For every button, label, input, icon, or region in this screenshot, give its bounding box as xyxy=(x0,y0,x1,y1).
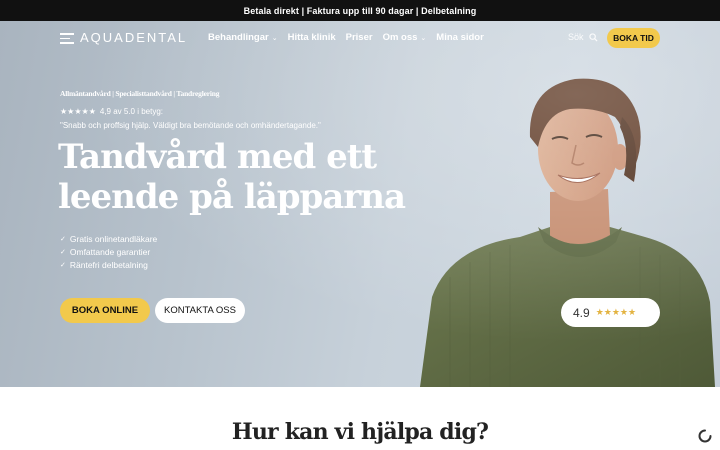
rating-summary: ★★★★★ 4,9 av 5.0 i betyg: xyxy=(60,107,163,116)
nav-item-hitta-klinik[interactable]: Hitta klinik xyxy=(288,32,336,43)
service-breadcrumb: Allmäntandvård | Specialisttandvård | Ta… xyxy=(60,89,220,98)
rating-badge: 4.9 ★★★★★ xyxy=(561,298,660,327)
search-button[interactable]: Sök xyxy=(568,32,598,42)
topbar-text: Betala direkt | Faktura upp till 90 daga… xyxy=(243,5,477,16)
nav-item-label: Priser xyxy=(345,32,373,43)
rating-score: 4.9 xyxy=(573,305,590,320)
headline-line-1: Tandvård med ett xyxy=(58,137,377,177)
check-icon: ✓ xyxy=(60,248,66,256)
feature-item: ✓ Gratis onlinetandläkare xyxy=(60,233,158,244)
rating-stars-icon: ★★★★★ xyxy=(595,307,637,317)
search-label: Sök xyxy=(568,32,584,42)
chevron-down-icon: ⌄ xyxy=(271,34,278,42)
main-navigation: AQUADENTAL Behandlingar ⌄ Hitta klinik P… xyxy=(0,21,720,55)
nav-item-priser[interactable]: Priser xyxy=(346,32,373,43)
loading-spinner-icon xyxy=(698,429,712,443)
topbar-announcement: Betala direkt | Faktura upp till 90 daga… xyxy=(0,0,720,21)
hamburger-menu-icon[interactable] xyxy=(60,33,74,44)
nav-item-om-oss[interactable]: Om oss ⌄ xyxy=(383,32,427,43)
aquadental-logo[interactable]: AQUADENTAL xyxy=(80,30,187,45)
feature-item: ✓ Räntefri delbetalning xyxy=(60,259,148,270)
book-appointment-button[interactable]: BOKA TID xyxy=(607,28,660,48)
chevron-down-icon: ⌄ xyxy=(420,34,427,42)
hero-section: AQUADENTAL Behandlingar ⌄ Hitta klinik P… xyxy=(0,21,720,387)
check-icon: ✓ xyxy=(60,261,66,269)
nav-item-label: Om oss xyxy=(382,32,418,43)
nav-links: Behandlingar ⌄ Hitta klinik Priser Om os… xyxy=(208,32,494,43)
check-icon: ✓ xyxy=(60,235,66,243)
nav-item-behandlingar[interactable]: Behandlingar ⌄ xyxy=(208,32,278,43)
rating-text: 4,9 av 5.0 i betyg: xyxy=(99,107,164,116)
contact-us-button[interactable]: KONTAKTA OSS xyxy=(155,298,245,323)
feature-list: ✓ Gratis onlinetandläkare ✓ Omfattande gar… xyxy=(60,232,157,271)
search-icon xyxy=(588,32,598,42)
hero-headline: Tandvård med ett leende på läpparna xyxy=(58,137,458,217)
review-quote: "Snabb och proffsig hjälp. Väldigt bra b… xyxy=(60,121,321,130)
book-online-button[interactable]: BOKA ONLINE xyxy=(60,298,150,323)
hero-person-image xyxy=(420,78,715,387)
nav-item-label: Behandlingar xyxy=(208,32,269,43)
rating-stars-icon: ★★★★★ xyxy=(60,107,96,116)
headline-line-2: leende på läpparna xyxy=(58,177,406,217)
nav-item-label: Mina sidor xyxy=(436,32,484,43)
feature-item: ✓ Omfattande garantier xyxy=(60,246,151,257)
nav-item-mina-sidor[interactable]: Mina sidor xyxy=(436,32,484,43)
section-title: Hur kan vi hjälpa dig? xyxy=(231,419,489,445)
nav-item-label: Hitta klinik xyxy=(287,32,336,43)
